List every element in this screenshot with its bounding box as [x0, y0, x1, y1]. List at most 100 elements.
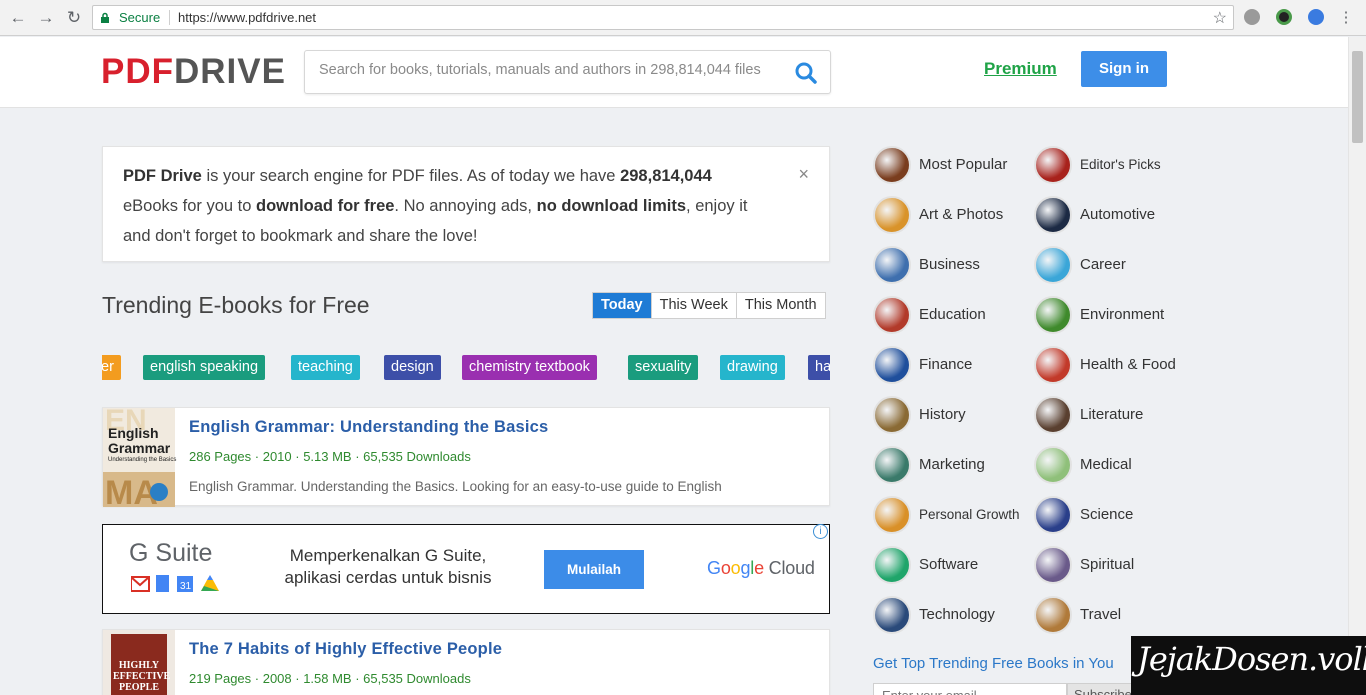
- close-icon[interactable]: ×: [798, 159, 809, 189]
- category-label: Marketing: [919, 456, 985, 473]
- category-label: Literature: [1080, 406, 1144, 423]
- tab-this-week[interactable]: This Week: [650, 293, 736, 318]
- book-card[interactable]: EN MA English Grammar Understanding the …: [102, 407, 830, 507]
- book-card[interactable]: HIGHLY EFFECTIVE PEOPLE The 7 Habits of …: [102, 629, 830, 695]
- category-item[interactable]: Health & Food: [1034, 346, 1192, 384]
- category-item[interactable]: Environment: [1034, 296, 1192, 334]
- tab-today[interactable]: Today: [593, 293, 651, 318]
- page-scrollbar[interactable]: [1348, 37, 1366, 695]
- category-item[interactable]: Business: [873, 246, 1031, 284]
- category-item[interactable]: Software: [873, 546, 1031, 584]
- tag-chip[interactable]: teaching: [291, 355, 360, 380]
- medical-icon: [1034, 446, 1072, 484]
- ad-info-icon[interactable]: i: [813, 524, 828, 539]
- category-label: Environment: [1080, 306, 1165, 323]
- browser-toolbar: ← → ↻ Secure https://www.pdfdrive.net ☆ …: [0, 0, 1366, 36]
- category-item[interactable]: Education: [873, 296, 1031, 334]
- google-wordmark: Google: [707, 558, 764, 578]
- category-label: Software: [919, 556, 979, 573]
- cover-line-1: English: [108, 425, 159, 441]
- address-bar[interactable]: Secure https://www.pdfdrive.net ☆: [92, 5, 1234, 30]
- tag-chip[interactable]: design: [384, 355, 441, 380]
- subscribe-form: Subscribe: [873, 683, 1133, 695]
- watermark: JejakDosen.vollll: [1131, 636, 1366, 695]
- history-icon: [873, 396, 911, 434]
- environment-icon: [1034, 296, 1072, 334]
- tag-chip[interactable]: sexuality: [628, 355, 699, 380]
- category-item[interactable]: Science: [1034, 496, 1192, 534]
- cover-line-3: PEOPLE: [118, 682, 159, 693]
- book-title[interactable]: English Grammar: Understanding the Basic…: [189, 418, 548, 437]
- extension-search-icon[interactable]: [1308, 9, 1324, 25]
- category-item[interactable]: Automotive: [1034, 196, 1192, 234]
- search-icon[interactable]: [794, 61, 818, 85]
- intro-brand: PDF Drive: [123, 167, 202, 185]
- cover-line-2: Grammar: [108, 440, 171, 456]
- intro-box: PDF Drive is your search engine for PDF …: [102, 146, 830, 262]
- category-item[interactable]: Medical: [1034, 446, 1192, 484]
- menu-dots-icon[interactable]: ⋮: [1336, 8, 1356, 28]
- intro-bold-1: download for free: [256, 197, 395, 215]
- intro-bold-2: no download limits: [536, 197, 687, 215]
- category-item[interactable]: Career: [1034, 246, 1192, 284]
- art-photos-icon: [873, 196, 911, 234]
- category-item[interactable]: Technology: [873, 596, 1031, 634]
- trending-title: Trending E-books for Free: [102, 292, 370, 318]
- tag-chip[interactable]: english speaking: [143, 355, 266, 380]
- category-item[interactable]: Finance: [873, 346, 1031, 384]
- signin-button[interactable]: Sign in: [1081, 51, 1167, 87]
- email-field[interactable]: [873, 683, 1067, 695]
- intro-count: 298,814,044: [620, 167, 712, 185]
- extension-shield-icon[interactable]: [1244, 9, 1260, 25]
- tag-chip[interactable]: ter: [102, 355, 121, 380]
- category-item[interactable]: History: [873, 396, 1031, 434]
- technology-icon: [873, 596, 911, 634]
- category-item[interactable]: Literature: [1034, 396, 1192, 434]
- url-text[interactable]: https://www.pdfdrive.net: [178, 10, 316, 25]
- editors-picks-icon: [1034, 146, 1072, 184]
- cover-title: HIGHLY EFFECTIVE PEOPLE: [113, 660, 170, 693]
- automotive-icon: [1034, 196, 1072, 234]
- travel-icon: [1034, 596, 1072, 634]
- category-item[interactable]: Personal Growth: [873, 496, 1031, 534]
- business-icon: [873, 246, 911, 284]
- category-label: Business: [919, 256, 980, 273]
- back-arrow-icon[interactable]: ←: [8, 8, 28, 28]
- finance-icon: [873, 346, 911, 384]
- search-box: [304, 50, 831, 94]
- category-label: Travel: [1080, 606, 1122, 623]
- book-title[interactable]: The 7 Habits of Highly Effective People: [189, 640, 502, 659]
- category-item[interactable]: Art & Photos: [873, 196, 1031, 234]
- cover-line-3: Understanding the Basics: [108, 457, 177, 463]
- category-item[interactable]: Marketing: [873, 446, 1031, 484]
- tag-chip[interactable]: drawing: [720, 355, 785, 380]
- tag-chip[interactable]: ha: [808, 355, 830, 380]
- cover-line-1: HIGHLY: [118, 660, 160, 671]
- search-input[interactable]: [319, 62, 789, 78]
- category-label: Finance: [919, 356, 973, 373]
- ad-text-line-2: aplikasi cerdas untuk bisnis: [284, 568, 492, 587]
- forward-arrow-icon[interactable]: →: [36, 8, 56, 28]
- trending-tags: ter english speaking teaching design che…: [102, 355, 830, 381]
- gsuite-app-icons: 31: [131, 575, 219, 592]
- svg-text:MA: MA: [105, 474, 158, 507]
- ad-banner[interactable]: G Suite 31 Memperkenalkan G Suite, aplik…: [102, 524, 830, 614]
- bookmark-star-icon[interactable]: ☆: [1213, 8, 1227, 28]
- category-label: Personal Growth: [919, 507, 1020, 522]
- most-popular-icon: [873, 146, 911, 184]
- logo-drive: DRIVE: [174, 52, 286, 91]
- category-item[interactable]: Most Popular: [873, 146, 1031, 184]
- category-item[interactable]: Travel: [1034, 596, 1192, 634]
- subscribe-button[interactable]: Subscribe: [1067, 683, 1133, 695]
- tag-chip[interactable]: chemistry textbook: [462, 355, 597, 380]
- pdfdrive-logo[interactable]: PDFDRIVE: [101, 53, 286, 91]
- ad-cta-button[interactable]: Mulailah: [544, 550, 644, 589]
- reload-icon[interactable]: ↻: [64, 8, 84, 28]
- premium-link[interactable]: Premium: [984, 59, 1057, 79]
- book-meta: 219 Pages · 2008 · 1.58 MB · 65,535 Down…: [189, 671, 471, 686]
- scroll-thumb[interactable]: [1352, 51, 1363, 143]
- extension-circle-icon[interactable]: [1276, 9, 1292, 25]
- tab-this-month[interactable]: This Month: [735, 293, 825, 318]
- category-item[interactable]: Spiritual: [1034, 546, 1192, 584]
- category-item[interactable]: Editor's Picks: [1034, 146, 1192, 184]
